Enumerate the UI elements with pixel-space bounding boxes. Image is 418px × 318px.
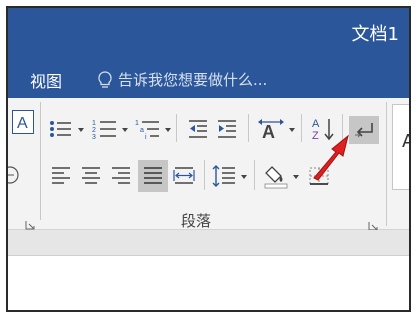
tab-view[interactable]: 视图 [30, 68, 62, 92]
numbering-dropdown-icon[interactable] [122, 128, 128, 132]
title-bar: 文档1 [8, 8, 409, 60]
svg-text:i: i [145, 134, 147, 140]
decrease-indent-icon[interactable] [186, 118, 210, 140]
numbering-icon[interactable]: 1 2 3 [91, 118, 119, 140]
style-preview-letter: A [402, 131, 409, 152]
tell-me-search-box[interactable]: 告诉我您想要做什么... [118, 69, 267, 90]
svg-text:1: 1 [92, 120, 96, 127]
align-center-icon[interactable] [78, 164, 104, 188]
character-scaling-icon[interactable]: A [256, 116, 286, 142]
increase-indent-icon[interactable] [215, 118, 239, 140]
svg-text:A: A [17, 115, 28, 131]
align-left-icon[interactable] [48, 164, 74, 188]
shading-dropdown-icon[interactable] [293, 175, 299, 179]
char-scaling-dropdown-icon[interactable] [289, 128, 295, 132]
bullets-icon[interactable] [48, 118, 74, 140]
line-spacing-icon[interactable] [210, 162, 238, 190]
svg-text:1: 1 [135, 120, 139, 127]
paragraph-group-label: 段落 [181, 212, 212, 230]
svg-text:2: 2 [92, 127, 96, 134]
ribbon-tab-bar: 视图 告诉我您想要做什么... [8, 60, 409, 98]
font-color-a-icon[interactable]: A [12, 110, 34, 134]
line-spacing-dropdown-icon[interactable] [241, 175, 247, 179]
group-separator [40, 102, 41, 220]
multilevel-list-icon[interactable]: 1 a i [134, 118, 162, 140]
separator [248, 114, 249, 142]
separator [301, 114, 302, 142]
multilevel-dropdown-icon[interactable] [165, 128, 171, 132]
show-formatting-marks-icon[interactable] [349, 116, 379, 144]
svg-text:A: A [262, 122, 275, 142]
svg-text:3: 3 [92, 134, 96, 140]
separator [204, 160, 205, 190]
separator [176, 114, 177, 142]
document-page[interactable] [8, 256, 409, 310]
align-right-icon[interactable] [108, 164, 134, 188]
font-group-launcher-icon[interactable] [25, 215, 35, 230]
lightbulb-icon [96, 70, 114, 90]
document-title: 文档1 [351, 24, 399, 45]
red-arrow-annotation [313, 134, 349, 181]
svg-text:a: a [140, 127, 144, 134]
paragraph-group-launcher-icon[interactable] [368, 216, 378, 231]
justify-icon[interactable] [138, 160, 168, 192]
svg-text:A: A [312, 118, 320, 130]
shading-icon[interactable] [262, 162, 290, 190]
distributed-align-icon[interactable] [171, 164, 197, 188]
group-separator [386, 102, 387, 226]
partial-circle-icon[interactable] [8, 164, 22, 186]
document-background [8, 230, 409, 256]
bullets-dropdown-icon[interactable] [78, 128, 84, 132]
separator [254, 160, 255, 190]
